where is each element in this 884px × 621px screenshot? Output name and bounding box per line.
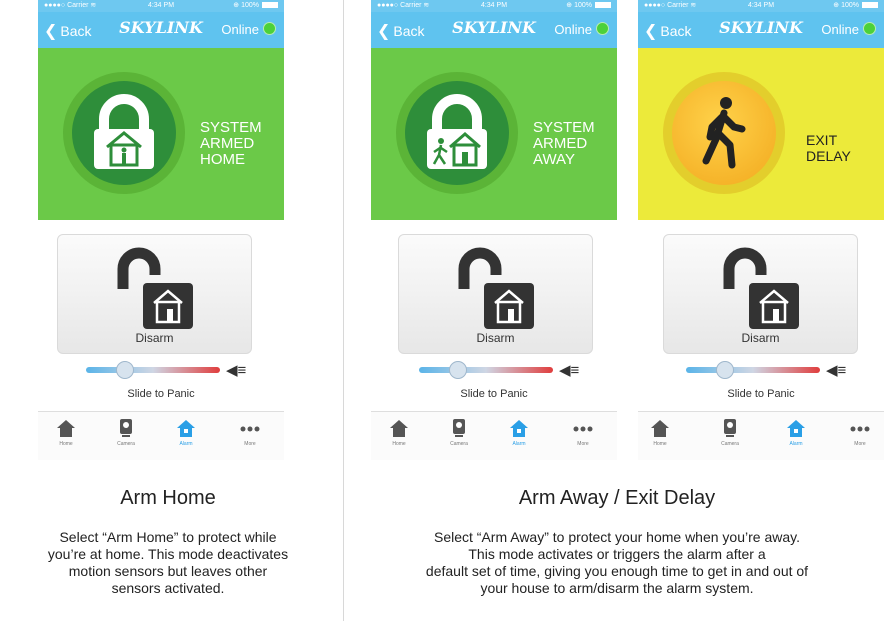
- caption-arm-home: Arm Home Select “Arm Home” to protect wh…: [0, 487, 336, 597]
- padlock-home-icon: [94, 94, 154, 169]
- phone-screen-arm-home: ●●●●○ Carrier ≋ 4:34 PM ⊕ 100% ❮ Back SKY…: [38, 0, 284, 460]
- disarm-label: Disarm: [476, 331, 515, 345]
- speaker-icon: ◀≡: [226, 362, 247, 379]
- more-icon: [850, 426, 870, 432]
- online-status: Online: [554, 22, 609, 37]
- phone-screen-arm-away: ●●●●○ Carrier ≋ 4:34 PM ⊕ 100% ❮ Back SKY…: [371, 0, 617, 460]
- caption-line: default set of time, giving you enough t…: [425, 563, 809, 579]
- battery-indicator: ⊕ 100%: [833, 0, 878, 12]
- alarm-status-panel: SYSTEM ARMED AWAY: [371, 48, 617, 220]
- caption-line: motion sensors but leaves other: [68, 563, 268, 579]
- tab-home[interactable]: Home: [379, 416, 419, 447]
- online-status: Online: [221, 22, 276, 37]
- status-bar: ●●●●○ Carrier ≋ 4:34 PM ⊕ 100%: [638, 0, 884, 12]
- alarm-status-panel: SYSTEM ARMED HOME: [38, 48, 284, 220]
- battery-icon: [862, 2, 878, 9]
- online-dot-icon: [863, 22, 876, 35]
- alarm-icon: [787, 420, 805, 437]
- caption-line: you’re at home. This mode deactivates: [47, 546, 289, 562]
- alarm-status-panel: EXIT DELAY: [638, 48, 884, 220]
- camera-icon: [120, 419, 132, 437]
- nav-bar: ❮ Back SKYLINK Online: [371, 12, 617, 48]
- phone-screen-exit-delay: ●●●●○ Carrier ≋ 4:34 PM ⊕ 100% ❮ Back SKY…: [638, 0, 884, 460]
- status-text: EXIT DELAY: [806, 132, 851, 164]
- caption-title: Arm Home: [120, 487, 216, 509]
- status-bar: ●●●●○ Carrier ≋ 4:34 PM ⊕ 100%: [371, 0, 617, 12]
- status-ring: [63, 72, 185, 194]
- caption-line: Select “Arm Away” to protect your home w…: [434, 529, 800, 545]
- open-padlock-icon: [117, 247, 193, 329]
- padlock-away-icon: [427, 94, 487, 169]
- speaker-icon: ◀≡: [559, 362, 580, 379]
- battery-indicator: ⊕ 100%: [566, 0, 611, 12]
- alarm-icon: [510, 420, 528, 437]
- slider-knob[interactable]: [449, 361, 467, 379]
- open-padlock-icon: [458, 247, 534, 329]
- panic-slider[interactable]: [686, 361, 820, 379]
- disarm-button[interactable]: Disarm: [398, 234, 593, 354]
- alarm-icon: [177, 420, 195, 437]
- tab-alarm[interactable]: Alarm: [499, 416, 539, 447]
- caption-line: sensors activated.: [111, 580, 225, 596]
- tab-alarm[interactable]: Alarm: [776, 416, 816, 447]
- tab-camera[interactable]: Camera: [106, 416, 146, 447]
- home-icon: [57, 420, 75, 437]
- status-ring: [396, 72, 518, 194]
- tab-home[interactable]: Home: [46, 416, 86, 447]
- tab-more[interactable]: More: [840, 416, 880, 447]
- slider-knob[interactable]: [116, 361, 134, 379]
- walking-person-icon: [702, 97, 746, 169]
- slide-to-panic-label: Slide to Panic: [727, 388, 795, 400]
- battery-icon: [595, 2, 611, 9]
- caption-arm-away-exit-delay: Arm Away / Exit Delay Select “Arm Away” …: [350, 487, 884, 597]
- tab-more[interactable]: More: [563, 416, 603, 447]
- panic-slider[interactable]: [86, 361, 220, 379]
- tab-home[interactable]: Home: [640, 416, 680, 447]
- nav-bar: ❮ Back SKYLINK Online: [638, 12, 884, 48]
- more-icon: [573, 426, 593, 432]
- status-bar: ●●●●○ Carrier ≋ 4:34 PM ⊕ 100%: [38, 0, 284, 12]
- more-icon: [240, 426, 260, 432]
- status-ring: [663, 72, 785, 194]
- battery-indicator: ⊕ 100%: [233, 0, 278, 12]
- camera-icon: [453, 419, 465, 437]
- tab-alarm[interactable]: Alarm: [166, 416, 206, 447]
- disarm-label: Disarm: [135, 331, 174, 345]
- slide-to-panic-label: Slide to Panic: [460, 388, 528, 400]
- disarm-label: Disarm: [741, 331, 780, 345]
- tab-more[interactable]: More: [230, 416, 270, 447]
- tab-bar: Home Camera Alarm More: [371, 411, 617, 460]
- slide-to-panic-label: Slide to Panic: [127, 388, 195, 400]
- caption-line: your house to arm/disarm the alarm syste…: [480, 580, 754, 596]
- speaker-icon: ◀≡: [826, 362, 847, 379]
- online-dot-icon: [263, 22, 276, 35]
- tab-bar: Home Camera Alarm More: [638, 411, 884, 460]
- home-icon: [651, 420, 669, 437]
- status-text: SYSTEM ARMED HOME: [200, 119, 262, 168]
- nav-bar: ❮ Back SKYLINK Online: [38, 12, 284, 48]
- disarm-button[interactable]: Disarm: [57, 234, 252, 354]
- open-padlock-icon: [723, 247, 799, 329]
- caption-line: Select “Arm Home” to protect while: [59, 529, 277, 545]
- disarm-button[interactable]: Disarm: [663, 234, 858, 354]
- panic-slider[interactable]: [419, 361, 553, 379]
- online-dot-icon: [596, 22, 609, 35]
- battery-icon: [262, 2, 278, 9]
- online-status: Online: [821, 22, 876, 37]
- slider-knob[interactable]: [716, 361, 734, 379]
- caption-title: Arm Away / Exit Delay: [518, 487, 716, 509]
- home-icon: [390, 420, 408, 437]
- tab-camera[interactable]: Camera: [710, 416, 750, 447]
- status-text: SYSTEM ARMED AWAY: [533, 119, 595, 168]
- tab-bar: Home Camera Alarm More: [38, 411, 284, 460]
- camera-icon: [724, 419, 736, 437]
- section-divider: [343, 0, 344, 621]
- tab-camera[interactable]: Camera: [439, 416, 479, 447]
- caption-line: This mode activates or triggers the alar…: [468, 546, 766, 562]
